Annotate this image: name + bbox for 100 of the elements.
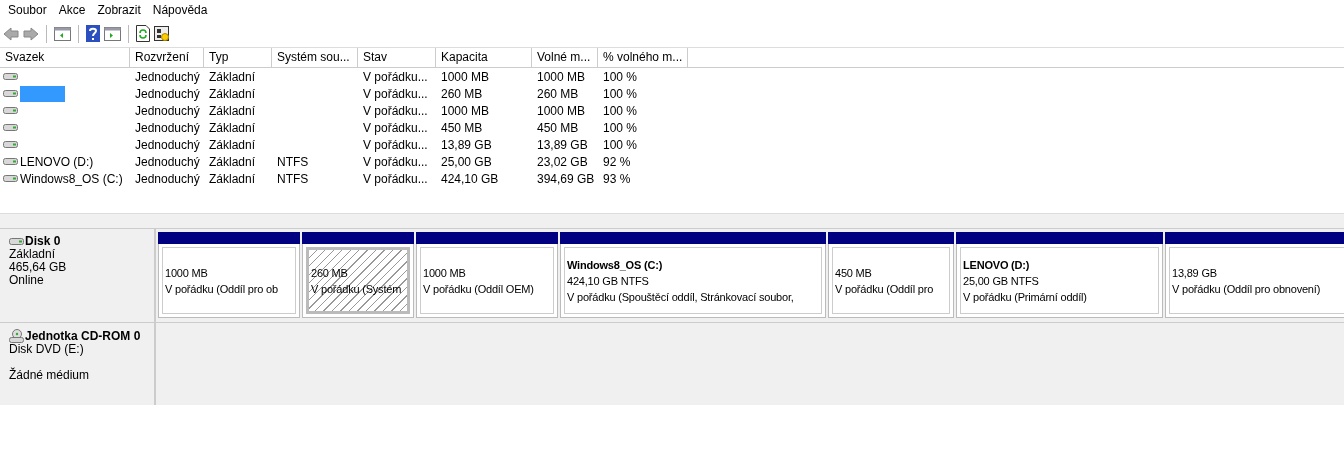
partition-status: V pořádku (Spouštěcí oddíl, Stránkovací soubor,: [567, 289, 795, 305]
disk-info: 465,64 GB: [9, 261, 68, 274]
disk-title: Jednotka CD-ROM 0: [25, 329, 141, 343]
partition-block[interactable]: 13,89 GB V pořádku (Oddíl pro obnovení): [1165, 232, 1344, 318]
forward-arrow-icon[interactable]: [23, 26, 39, 41]
table-cell-text: Jednoduchý: [134, 137, 201, 152]
column-header[interactable]: Systém sou...: [272, 48, 358, 67]
table-cell-text: Základní: [208, 69, 257, 84]
table-cell-text: 25,00 GB: [440, 154, 493, 169]
table-cell-text: V pořádku...: [362, 120, 429, 135]
table-cell-text: 424,10 GB: [440, 171, 500, 186]
menu-item[interactable]: Akce: [52, 3, 92, 17]
table-cell-text: 100 %: [602, 120, 639, 135]
partition-size: 424,10 GB NTFS: [567, 273, 650, 289]
table-cell-text: V pořádku...: [362, 171, 429, 186]
partition-size: 1000 MB: [165, 265, 209, 281]
table-cell-text: Jednoduchý: [134, 120, 201, 135]
table-cell-text: Základní: [208, 154, 257, 169]
drive-icon: [3, 72, 18, 81]
column-header[interactable]: Stav: [358, 48, 436, 67]
menu-item[interactable]: Zobrazit: [91, 3, 147, 17]
partition-size: 260 MB: [311, 265, 349, 281]
drive-icon: [3, 106, 18, 115]
partition-size: 25,00 GB NTFS: [963, 273, 1040, 289]
partition-status: V pořádku (Oddíl pro obnovení): [1172, 281, 1322, 297]
table-cell-text: 100 %: [602, 69, 639, 84]
menu-item[interactable]: Nápověda: [146, 3, 214, 17]
column-header[interactable]: Svazek: [0, 48, 130, 67]
table-cell-text: V pořádku...: [362, 86, 429, 101]
table-cell-text: Základní: [208, 137, 257, 152]
partition-block[interactable]: 1000 MB V pořádku (Oddíl pro ob: [158, 232, 300, 318]
table-cell-text: 100 %: [602, 103, 639, 118]
table-cell-text: NTFS: [276, 154, 310, 169]
table-cell-text: 13,89 GB: [536, 137, 589, 152]
table-cell-text: Základní: [208, 103, 257, 118]
help-icon[interactable]: [86, 25, 100, 42]
disk-info: Online: [9, 274, 45, 287]
table-cell-text: V pořádku...: [362, 154, 429, 169]
drive-icon: [3, 89, 18, 98]
table-cell-text: 1000 MB: [440, 69, 491, 84]
table-cell-text: 100 %: [602, 137, 639, 152]
partition-status: V pořádku (Oddíl pro: [835, 281, 935, 297]
disk-info: Disk DVD (E:): [9, 343, 85, 356]
table-cell-text: 1000 MB: [536, 103, 587, 118]
drive-icon: [3, 174, 18, 183]
table-cell-text: Jednoduchý: [134, 154, 201, 169]
table-cell-text: 394,69 GB: [536, 171, 596, 186]
partition-block[interactable]: Windows8_OS (C:) 424,10 GB NTFS V pořádku (Spouštěcí oddíl, Stránkovací soubor,: [560, 232, 826, 318]
disk-title: Disk 0: [25, 235, 61, 248]
partition-status: V pořádku (Primární oddíl): [963, 289, 1088, 305]
table-cell-text: 23,02 GB: [536, 154, 589, 169]
column-header[interactable]: % volného m...: [598, 48, 688, 67]
properties-icon[interactable]: [154, 25, 170, 42]
column-header[interactable]: Volné m...: [532, 48, 598, 67]
table-cell-text: NTFS: [276, 171, 310, 186]
partition-block[interactable]: 450 MB V pořádku (Oddíl pro: [828, 232, 954, 318]
panel-icon[interactable]: [54, 26, 71, 41]
drive-icon: [3, 157, 18, 166]
table-cell-text: V pořádku...: [362, 69, 429, 84]
table-cell-text: Základní: [208, 120, 257, 135]
table-cell-text: 1000 MB: [440, 103, 491, 118]
drive-icon: [3, 123, 18, 132]
column-header[interactable]: Typ: [204, 48, 272, 67]
cd-drive-icon: [9, 329, 24, 343]
panel-icon[interactable]: [104, 26, 121, 41]
table-cell-text: Základní: [208, 171, 257, 186]
column-header[interactable]: Rozvržení: [130, 48, 204, 67]
column-header[interactable]: Kapacita: [436, 48, 532, 67]
back-arrow-icon[interactable]: [3, 26, 19, 41]
table-cell-text: 92 %: [602, 154, 632, 169]
table-cell-text: 93 %: [602, 171, 632, 186]
table-cell-text: Jednoduchý: [134, 86, 201, 101]
table-cell-text: Jednoduchý: [134, 171, 201, 186]
table-cell-text: V pořádku...: [362, 137, 429, 152]
disk-info: Žádné médium: [9, 369, 91, 382]
partition-size: 13,89 GB: [1172, 265, 1218, 281]
table-cell-text: V pořádku...: [362, 103, 429, 118]
partition-status: V pořádku (Oddíl OEM): [423, 281, 535, 297]
partition-block[interactable]: 1000 MB V pořádku (Oddíl OEM): [416, 232, 558, 318]
table-cell-text: 1000 MB: [536, 69, 587, 84]
table-cell-text: Základní: [208, 86, 257, 101]
volume-name: LENOVO (D:): [20, 154, 94, 169]
table-cell-text: 260 MB: [440, 86, 484, 101]
partition-size: 450 MB: [835, 265, 873, 281]
table-cell-text: 260 MB: [536, 86, 580, 101]
partition-block[interactable]: LENOVO (D:) 25,00 GB NTFS V pořádku (Primární oddíl): [956, 232, 1163, 318]
drive-icon: [9, 237, 24, 246]
menu-item[interactable]: Soubor: [2, 3, 53, 17]
partition-block[interactable]: 260 MB V pořádku (Systém: [302, 232, 414, 318]
table-cell-text: Jednoduchý: [134, 69, 201, 84]
partition-size: 1000 MB: [423, 265, 467, 281]
partition-name: Windows8_OS (C:): [567, 257, 664, 273]
table-cell-text: Jednoduchý: [134, 103, 201, 118]
partition-status: V pořádku (Systém: [311, 281, 403, 297]
partition-name: LENOVO (D:): [963, 257, 1031, 273]
refresh-icon[interactable]: [136, 25, 150, 42]
disk-info: Základní: [9, 248, 57, 261]
table-cell-text: 450 MB: [536, 120, 580, 135]
table-cell-text: 13,89 GB: [440, 137, 493, 152]
partition-status: V pořádku (Oddíl pro ob: [165, 281, 279, 297]
